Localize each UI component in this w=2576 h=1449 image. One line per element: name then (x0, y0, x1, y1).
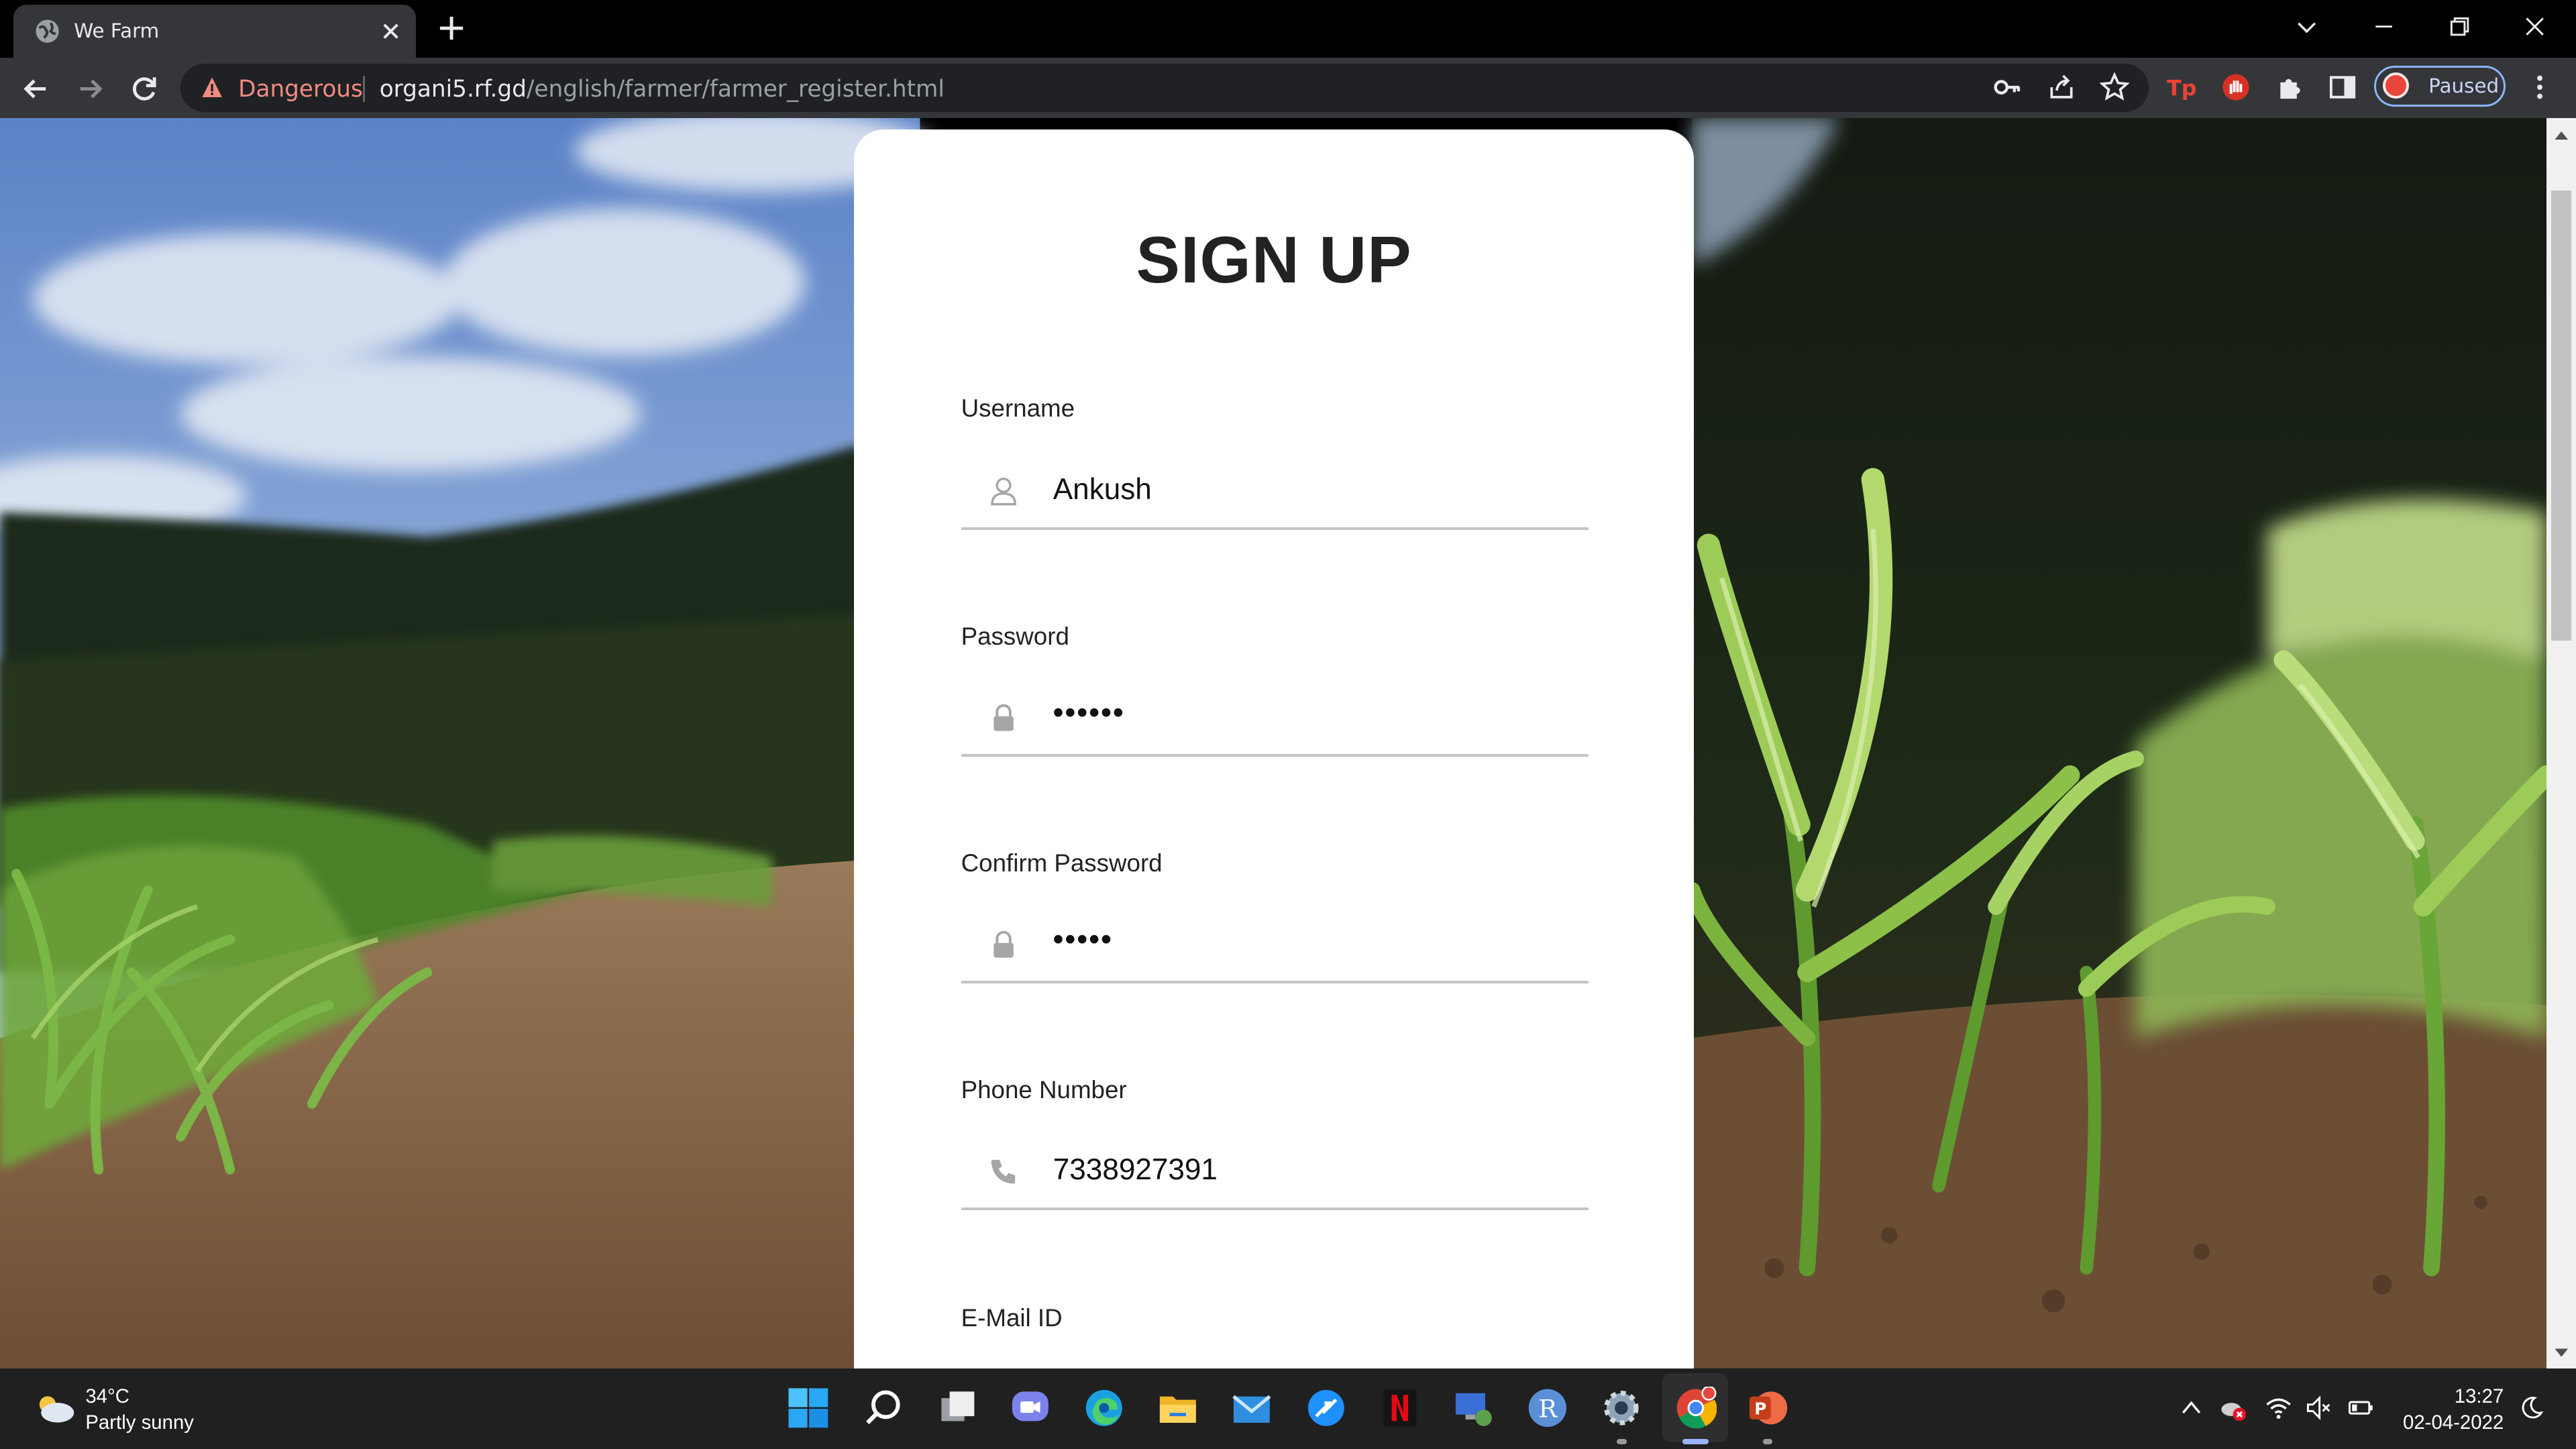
bookmark-star-icon[interactable] (2099, 72, 2129, 102)
settings-icon[interactable] (1600, 1387, 1643, 1430)
powerpoint-running-indicator (1762, 1439, 1773, 1444)
url-host: organi5.rf.gd (379, 75, 527, 103)
file-explorer-icon[interactable] (1157, 1387, 1199, 1430)
remote-app-icon[interactable] (1452, 1387, 1495, 1430)
weather-temperature[interactable]: 34°C (85, 1385, 129, 1408)
partly-sunny-icon[interactable] (33, 1391, 76, 1424)
key-icon[interactable] (1993, 72, 2023, 102)
task-view-icon[interactable] (936, 1387, 979, 1430)
svg-text:P: P (1755, 1399, 1767, 1419)
edge-icon[interactable] (1083, 1387, 1126, 1430)
show-hidden-icons-chevron-icon[interactable] (2178, 1395, 2204, 1421)
profile-status: Paused (2428, 74, 2500, 97)
password-field[interactable]: •••••• (961, 682, 1589, 757)
scroll-up-arrow-icon[interactable] (2553, 128, 2569, 142)
new-tab-icon[interactable] (437, 13, 466, 43)
svg-text:R: R (1538, 1394, 1558, 1423)
r-app-icon[interactable]: R (1526, 1387, 1569, 1430)
clock-time[interactable]: 13:27 (2399, 1385, 2504, 1408)
browser-tab[interactable]: We Farm (13, 5, 416, 58)
omnibox-divider (363, 75, 365, 102)
chrome-running-indicator (1682, 1439, 1709, 1444)
wifi-icon[interactable] (2265, 1395, 2292, 1421)
restore-icon[interactable] (2447, 13, 2473, 40)
lock-icon (994, 930, 1014, 958)
lock-icon (994, 704, 1014, 731)
chrome-icon[interactable] (1674, 1386, 1717, 1430)
phone-icon (991, 1159, 1016, 1184)
search-icon[interactable] (863, 1387, 906, 1430)
page-viewport: SIGN UP Username Ankush Password •••••• … (0, 118, 2546, 1368)
svg-text:Tp: Tp (2167, 75, 2196, 101)
avatar (2382, 72, 2409, 99)
extensions-puzzle-icon[interactable] (2275, 72, 2305, 102)
url-path: /english/farmer/farmer_register.html (526, 75, 945, 103)
password-label: Password (961, 623, 1069, 651)
minimize-icon[interactable] (2371, 13, 2397, 40)
powerpoint-icon[interactable]: P (1746, 1387, 1789, 1430)
extension-tp-icon[interactable]: Tp (2167, 72, 2196, 102)
back-icon[interactable] (19, 72, 52, 105)
close-window-icon[interactable] (2522, 13, 2548, 40)
menu-kebab-icon[interactable] (2525, 72, 2555, 102)
share-icon[interactable] (2047, 72, 2076, 102)
address-bar[interactable]: Dangerous organi5.rf.gd/english/farmer/f… (180, 64, 2149, 112)
windows-taskbar: 34°C Partly sunny R P 13:27 02-04-2022 (0, 1368, 2576, 1449)
battery-icon[interactable] (2348, 1395, 2374, 1421)
url-text[interactable]: organi5.rf.gd/english/farmer/farmer_regi… (380, 76, 945, 103)
onedrive-error-icon[interactable] (2220, 1395, 2246, 1421)
mail-icon[interactable] (1230, 1387, 1273, 1430)
teams-chat-icon[interactable] (1009, 1387, 1052, 1430)
username-value[interactable]: Ankush (1053, 473, 1152, 506)
page-scrollbar[interactable] (2546, 118, 2576, 1368)
phone-number-field[interactable]: 7338927391 (961, 1135, 1589, 1210)
security-status[interactable]: Dangerous (238, 76, 363, 103)
settings-running-indicator (1616, 1439, 1627, 1444)
scroll-down-arrow-icon[interactable] (2553, 1347, 2569, 1360)
confirm-password-label: Confirm Password (961, 849, 1163, 877)
weather-description[interactable]: Partly sunny (85, 1411, 194, 1434)
side-panel-icon[interactable] (2328, 72, 2357, 102)
user-icon (991, 478, 1017, 506)
focus-moon-icon[interactable] (2518, 1395, 2544, 1421)
volume-muted-icon[interactable] (2306, 1395, 2332, 1421)
netflix-icon[interactable] (1379, 1387, 1421, 1430)
email-label: E-Mail ID (961, 1304, 1063, 1332)
confirm-password-field[interactable]: ••••• (961, 908, 1589, 984)
extension-hand-icon[interactable] (2221, 72, 2251, 102)
globe-icon (36, 19, 60, 43)
tab-strip: We Farm (0, 0, 2576, 58)
tab-title: We Farm (74, 19, 160, 43)
confirm-password-value[interactable]: ••••• (1053, 923, 1113, 957)
tab-search-icon[interactable] (2294, 13, 2320, 40)
phone-number-label: Phone Number (961, 1076, 1127, 1104)
page-title: SIGN UP (1136, 222, 1412, 297)
phone-number-value[interactable]: 7338927391 (1053, 1153, 1218, 1187)
warning-icon[interactable] (201, 76, 223, 99)
start-icon[interactable] (787, 1387, 830, 1430)
profile-paused-button[interactable]: Paused (2373, 65, 2506, 107)
clock-date[interactable]: 02-04-2022 (2392, 1411, 2504, 1434)
reload-icon[interactable] (128, 72, 161, 105)
close-tab-icon[interactable] (378, 18, 404, 44)
app-icon[interactable] (1305, 1387, 1348, 1430)
forward-icon[interactable] (74, 72, 107, 105)
username-field[interactable]: Ankush (961, 455, 1589, 531)
signup-card: SIGN UP Username Ankush Password •••••• … (854, 129, 1694, 1368)
browser-toolbar: Dangerous organi5.rf.gd/english/farmer/f… (0, 57, 2576, 119)
scrollbar-thumb[interactable] (2551, 191, 2571, 641)
username-label: Username (961, 394, 1075, 422)
password-value[interactable]: •••••• (1053, 696, 1125, 730)
